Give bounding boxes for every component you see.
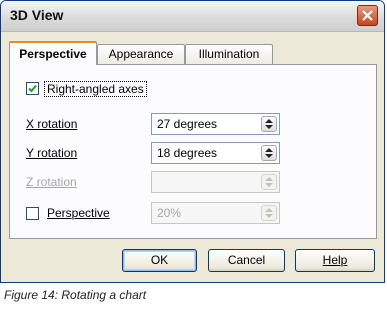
checkmark-icon — [28, 84, 37, 93]
spin-arrows-icon — [265, 177, 273, 187]
close-button[interactable] — [357, 5, 378, 26]
perspective-label[interactable]: Perspective — [47, 206, 110, 220]
help-button[interactable]: Help — [295, 249, 375, 272]
y-rotation-label: Y rotation — [26, 146, 78, 160]
window-title: 3D View — [10, 7, 64, 23]
x-rotation-field[interactable]: 27 degrees — [151, 113, 280, 135]
spin-arrows-icon — [265, 148, 273, 158]
ok-button[interactable]: OK — [122, 249, 197, 272]
y-rotation-value: 18 degrees — [157, 146, 218, 160]
tab-illumination-label: Illumination — [198, 47, 260, 61]
z-rotation-field — [151, 171, 280, 193]
close-icon — [362, 10, 373, 21]
perspective-value: 20% — [157, 206, 182, 220]
perspective-field: 20% — [151, 202, 280, 224]
cancel-button-label: Cancel — [227, 253, 266, 267]
right-angled-axes-text: Right-angled axes — [47, 82, 144, 96]
tab-appearance[interactable]: Appearance — [97, 44, 185, 64]
right-angled-axes-checkbox[interactable] — [26, 82, 39, 95]
figure-caption: Figure 14: Rotating a chart — [4, 288, 147, 302]
x-rotation-spinner[interactable] — [261, 116, 277, 132]
z-rotation-label: Z rotation — [26, 175, 77, 189]
tab-perspective-label: Perspective — [19, 47, 87, 61]
spin-arrows-icon — [265, 119, 273, 129]
tab-appearance-label: Appearance — [108, 47, 174, 61]
z-rotation-spinner — [261, 174, 277, 190]
y-rotation-field[interactable]: 18 degrees — [151, 142, 280, 164]
tab-illumination[interactable]: Illumination — [185, 44, 273, 64]
dialog-window: 3D View Perspective Appearance Illuminat… — [0, 0, 385, 283]
dialog-body: Perspective Appearance Illumination Righ… — [1, 32, 384, 282]
right-angled-axes-label[interactable]: Right-angled axes — [44, 81, 147, 97]
x-rotation-value: 27 degrees — [157, 117, 218, 131]
ok-button-label: OK — [150, 253, 169, 267]
perspective-panel: Right-angled axes X rotation 27 degrees … — [9, 64, 377, 239]
y-rotation-spinner[interactable] — [261, 145, 277, 161]
spin-arrows-icon — [265, 208, 273, 218]
perspective-checkbox[interactable] — [26, 207, 39, 220]
cancel-button[interactable]: Cancel — [208, 249, 285, 272]
tab-perspective[interactable]: Perspective — [9, 41, 97, 65]
title-bar[interactable]: 3D View — [1, 1, 384, 32]
x-rotation-label: X rotation — [26, 117, 78, 131]
help-button-label: Help — [322, 253, 348, 267]
perspective-spinner — [261, 205, 277, 221]
